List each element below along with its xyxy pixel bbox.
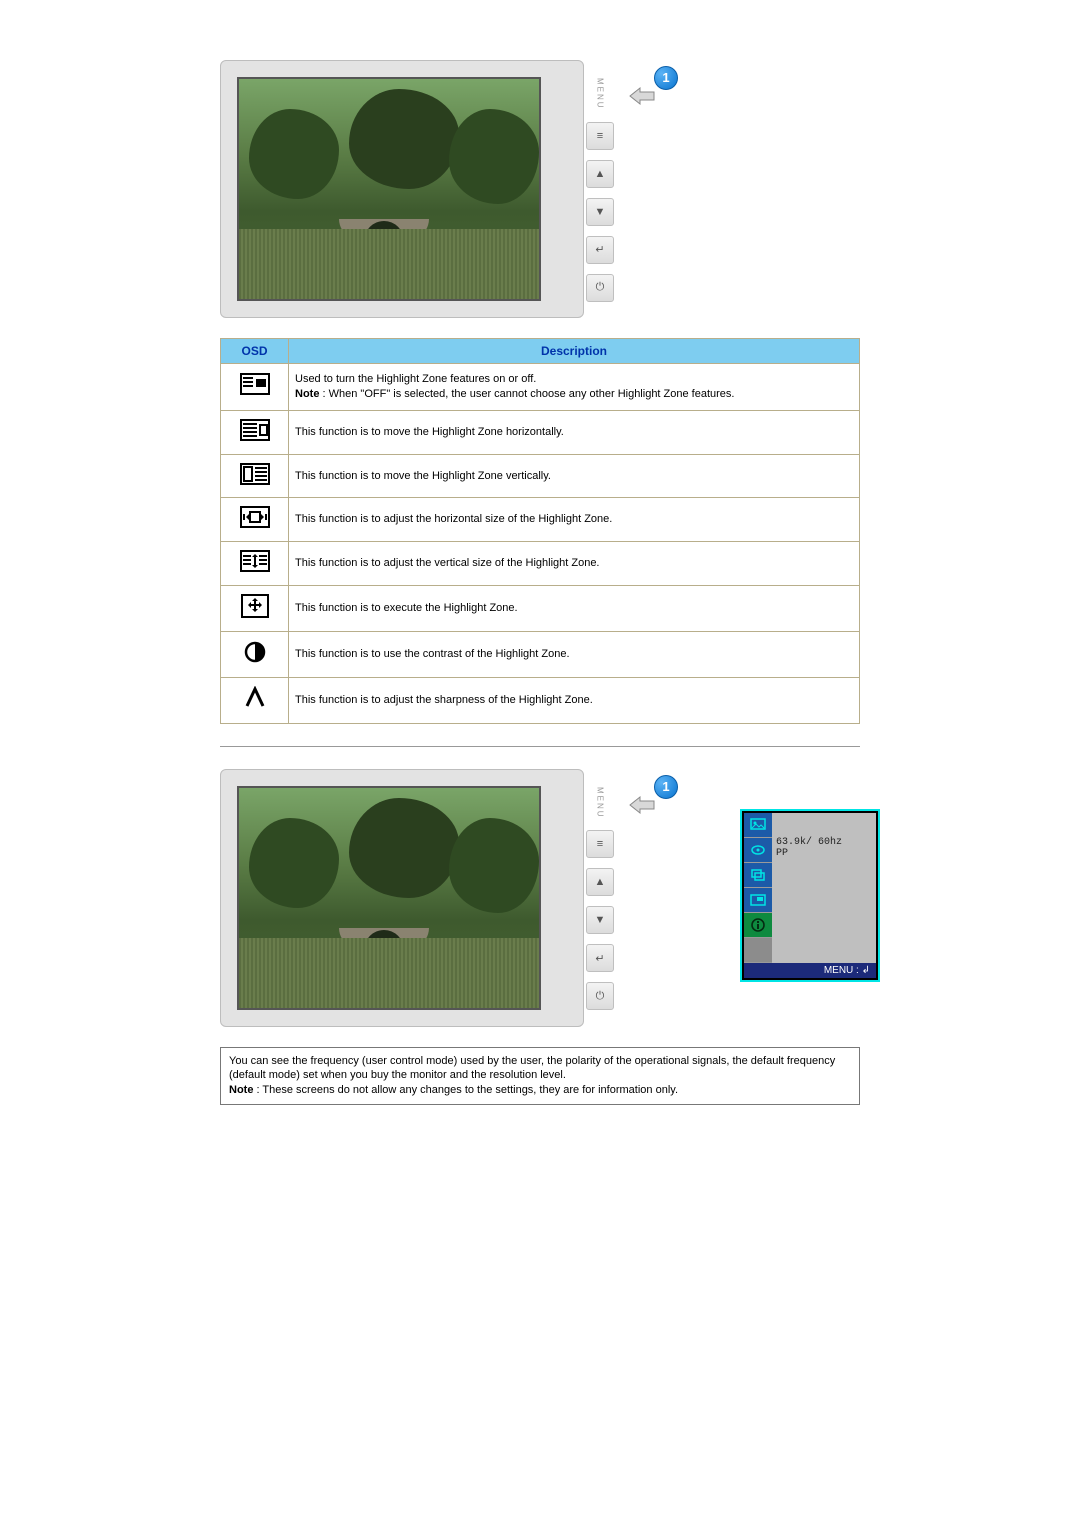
table-row: This function is to adjust the vertical … [221,542,860,586]
menu-label: MENU [596,78,605,110]
down-button[interactable]: ▼ [586,198,614,226]
table-row: This function is to adjust the sharpness… [221,677,860,723]
table-row: This function is to use the contrast of … [221,631,860,677]
down-button[interactable]: ▼ [586,906,614,934]
table-row: This function is to execute the Highligh… [221,586,860,632]
up-button[interactable]: ▲ [586,160,614,188]
info-box-note-rest: : These screens do not allow any changes… [253,1084,678,1096]
info-box-note-label: Note [229,1084,253,1096]
table-row: This function is to move the Highlight Z… [221,410,860,454]
osd-overlay-footer: MENU : ↲ [744,963,876,978]
osd-description-cell: This function is to adjust the sharpness… [289,677,860,723]
highlight-zone-vertical-move-icon [221,454,289,498]
osd-description-cell: This function is to execute the Highligh… [289,586,860,632]
info-box: You can see the frequency (user control … [220,1047,860,1106]
table-header-osd: OSD [221,339,289,364]
menu-button[interactable]: ≡ [586,122,614,150]
osd-tab-picture-icon [744,813,772,838]
osd-frequency-value: 63.9k/ 60hz [776,837,872,848]
power-button[interactable]: ⏻ [586,982,614,1010]
monitor-screen [237,786,541,1010]
enter-button[interactable]: ↵ [586,236,614,264]
osd-description-cell: Used to turn the Highlight Zone features… [289,364,860,411]
osd-tab-info-icon [744,913,772,938]
monitor-side-buttons: MENU ≡ ▲ ▼ ↵ ⏻ [586,60,614,318]
monitor-figure-1: MENU ≡ ▲ ▼ ↵ ⏻ 1 [220,60,860,318]
osd-tab-empty [744,938,772,963]
monitor-figure-2: MENU ≡ ▲ ▼ ↵ ⏻ 1 [220,769,680,1027]
table-row: This function is to move the Highlight Z… [221,454,860,498]
section-divider [220,746,860,747]
osd-polarity-value: PP [776,848,872,859]
highlight-zone-contrast-icon [221,631,289,677]
table-header-description: Description [289,339,860,364]
osd-description-cell: This function is to move the Highlight Z… [289,410,860,454]
info-box-text: You can see the frequency (user control … [229,1055,835,1082]
monitor-side-buttons: MENU ≡ ▲ ▼ ↵ ⏻ [586,769,614,1027]
highlight-zone-horizontal-size-icon [221,498,289,542]
osd-tab-geometry-icon [744,838,772,863]
osd-description-cell: This function is to use the contrast of … [289,631,860,677]
up-button[interactable]: ▲ [586,868,614,896]
osd-tab-highlight-icon [744,888,772,913]
menu-label: MENU [596,787,605,819]
highlight-zone-toggle-icon [221,364,289,411]
highlight-zone-execute-icon [221,586,289,632]
callout-badge-1: 1 [654,775,678,799]
monitor-body [220,769,584,1027]
table-row: Used to turn the Highlight Zone features… [221,364,860,411]
highlight-zone-vertical-size-icon [221,542,289,586]
highlight-zone-horizontal-move-icon [221,410,289,454]
menu-button[interactable]: ≡ [586,830,614,858]
enter-button[interactable]: ↵ [586,944,614,972]
power-button[interactable]: ⏻ [586,274,614,302]
callout-badge-1: 1 [654,66,678,90]
osd-overlay-panel: 63.9k/ 60hz PP MENU : ↲ [740,809,880,982]
table-row: This function is to adjust the horizonta… [221,498,860,542]
osd-description-cell: This function is to adjust the horizonta… [289,498,860,542]
highlight-zone-sharpness-icon [221,677,289,723]
monitor-screen [237,77,541,301]
osd-tab-screen-icon [744,863,772,888]
osd-description-cell: This function is to move the Highlight Z… [289,454,860,498]
osd-description-table: OSD Description Used to turn the Highlig… [220,338,860,724]
monitor-figure-2-wrap: MENU ≡ ▲ ▼ ↵ ⏻ 1 [220,769,860,1027]
monitor-body [220,60,584,318]
osd-description-cell: This function is to adjust the vertical … [289,542,860,586]
